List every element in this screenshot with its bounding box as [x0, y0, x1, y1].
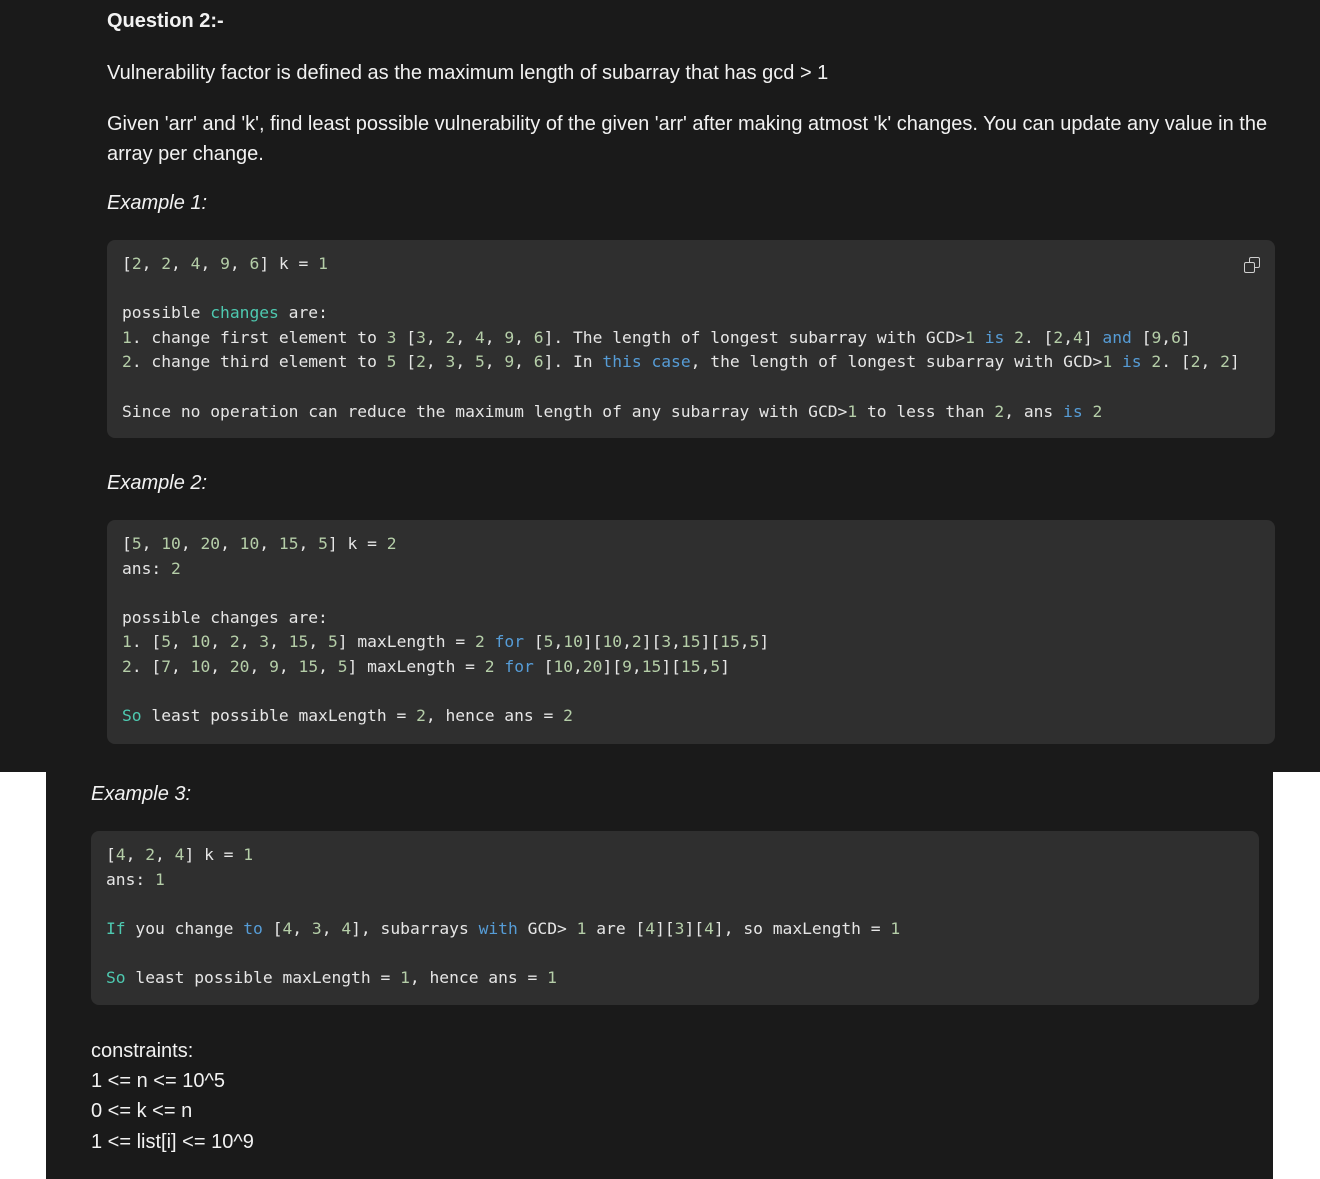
example-2-code: [5, 10, 20, 10, 15, 5] k = 2 ans: 2 possib… [122, 532, 769, 729]
example-2-code-block: [5, 10, 20, 10, 15, 5] k = 2 ans: 2 possib… [107, 520, 1275, 744]
constraint-n: 1 <= n <= 10^5 [91, 1070, 225, 1092]
code-line: possible changes are: [122, 607, 328, 627]
example-1-code: [2, 2, 4, 9, 6] k = 1 possible changes ar… [122, 252, 1240, 424]
constraints-title: constraints: [91, 1040, 194, 1062]
constraint-list: 1 <= list[i] <= 10^9 [91, 1131, 254, 1153]
example-3-label: Example 3: [91, 783, 192, 805]
copy-icon[interactable] [1239, 252, 1265, 278]
code-line: ans: 2 [122, 558, 181, 578]
code-line: 2. [7, 10, 20, 9, 15, 5] maxLength = 2 f… [122, 656, 730, 676]
code-line: ans: 1 [106, 869, 165, 889]
code-line: 2. change third element to 5 [2, 3, 5, 9… [122, 352, 1240, 372]
code-line: 1. change first element to 3 [3, 2, 4, 9… [122, 327, 1191, 347]
example-3-code: [4, 2, 4] k = 1 ans: 1 If you change to [4… [106, 843, 900, 991]
code-line: [5, 10, 20, 10, 15, 5] k = 2 [122, 534, 397, 553]
example-1-label: Example 1: [107, 192, 208, 214]
example-3-code-block: [4, 2, 4] k = 1 ans: 1 If you change to [4… [91, 831, 1259, 1005]
code-line: [4, 2, 4] k = 1 [106, 845, 254, 864]
task-text: Given 'arr' and 'k', find least possible… [107, 113, 1268, 165]
code-line: Since no operation can reduce the maximu… [122, 401, 1103, 421]
question-title: Question 2:- [107, 10, 224, 32]
code-line: [2, 2, 4, 9, 6] k = 1 [122, 254, 328, 273]
example-1-code-block: [2, 2, 4, 9, 6] k = 1 possible changes ar… [107, 240, 1275, 438]
code-line: So least possible maxLength = 1, hence a… [106, 967, 557, 987]
definition-text: Vulnerability factor is defined as the m… [107, 62, 829, 84]
code-line: So least possible maxLength = 2, hence a… [122, 706, 573, 726]
constraint-k: 0 <= k <= n [91, 1100, 193, 1122]
example-2-label: Example 2: [107, 472, 208, 494]
code-line: 1. [5, 10, 2, 3, 15, 5] maxLength = 2 fo… [122, 632, 770, 652]
code-line: possible changes are: [122, 303, 328, 323]
code-line: If you change to [4, 3, 4], subarrays wi… [106, 918, 901, 938]
